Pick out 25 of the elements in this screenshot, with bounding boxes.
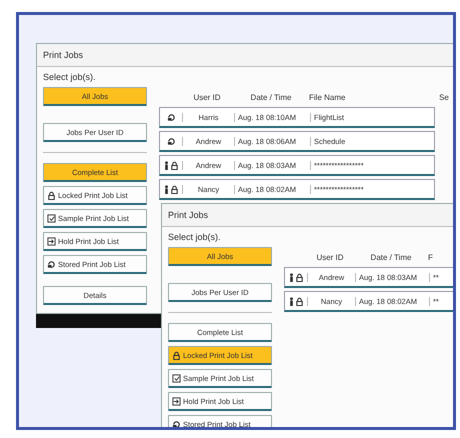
column-header: F (428, 252, 434, 262)
disk-arrow-icon (166, 136, 176, 146)
column-header: File Name (309, 92, 346, 102)
padlock-icon (172, 350, 181, 360)
page-arrow-icon (47, 236, 56, 246)
column-header: Date / Time (370, 252, 412, 262)
instruction-text: Select job(s). (42, 71, 97, 84)
padlock-icon (170, 160, 178, 170)
disk-arrow-icon (166, 112, 176, 122)
padlock-icon (294, 296, 304, 306)
page-check-icon (172, 374, 181, 382)
window-title: Print Jobs (162, 204, 453, 227)
disk-arrow-icon (47, 260, 56, 268)
column-header: User ID (192, 92, 222, 102)
column-header: Se (438, 92, 450, 102)
instruction-text: Select job(s). (167, 231, 222, 244)
page-arrow-icon (172, 396, 181, 406)
padlock-icon (47, 190, 56, 200)
padlock-icon (294, 272, 304, 282)
column-header: Date / Time (250, 92, 292, 102)
padlock-icon (170, 184, 178, 194)
disk-arrow-icon (172, 420, 181, 427)
page-check-icon (47, 214, 56, 222)
column-header: User ID (315, 252, 345, 262)
window-title: Print Jobs (37, 44, 453, 67)
